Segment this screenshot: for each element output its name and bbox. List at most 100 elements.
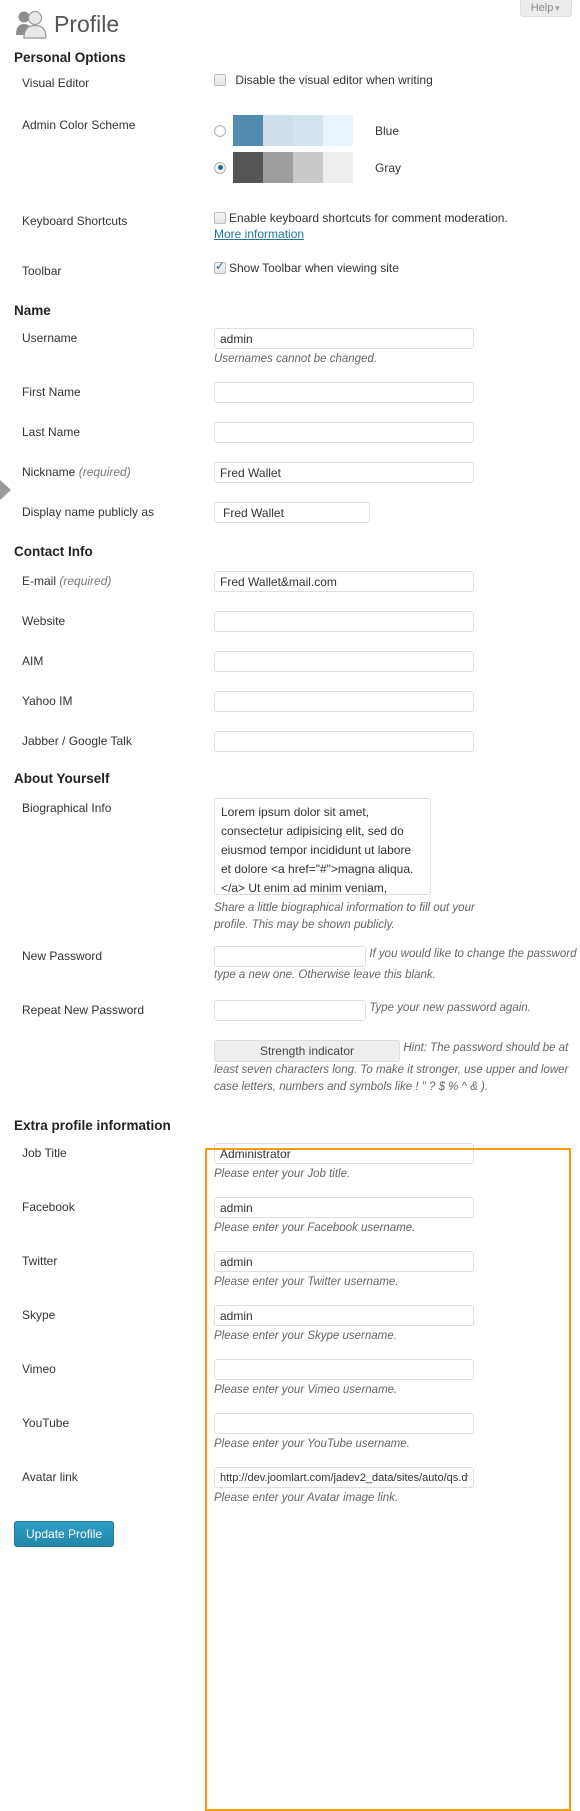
extra-input[interactable] xyxy=(214,1143,474,1164)
row-toolbar: Toolbar Show Toolbar when viewing site xyxy=(0,259,580,287)
email-input[interactable] xyxy=(214,571,474,592)
color-scheme-name-gray: Gray xyxy=(375,160,402,175)
extra-label: YouTube xyxy=(22,1416,70,1430)
biographical-info-label: Biographical Info xyxy=(22,801,112,815)
keyboard-shortcuts-checkbox[interactable] xyxy=(214,212,226,224)
biographical-info-textarea[interactable] xyxy=(214,798,431,895)
aim-input[interactable] xyxy=(214,651,474,672)
strength-indicator-spacer xyxy=(22,1040,214,1043)
extra-input[interactable] xyxy=(214,1413,474,1434)
aim-label: AIM xyxy=(22,654,44,668)
username-input[interactable] xyxy=(214,328,474,349)
new-password-input[interactable] xyxy=(214,946,366,967)
row-visual-editor: Visual Editor Disable the visual editor … xyxy=(0,73,580,99)
extra-description: Please enter your Skype username. xyxy=(214,1330,397,1342)
row-extra-facebook: Facebook Please enter your Facebook usern… xyxy=(0,1197,580,1237)
extra-field: Please enter your Facebook username. xyxy=(214,1197,580,1237)
extra-label: Facebook xyxy=(22,1200,75,1214)
email-label-text: E-mail xyxy=(22,574,57,588)
extra-field: Please enter your Skype username. xyxy=(214,1305,580,1345)
extra-label: Twitter xyxy=(22,1254,58,1268)
swatch xyxy=(263,115,293,146)
jabber-label: Jabber / Google Talk xyxy=(22,734,132,748)
email-required-marker: (required) xyxy=(59,574,112,588)
row-email: E-mail (required) xyxy=(0,571,580,597)
row-strength-indicator: Strength indicator Hint: The password sh… xyxy=(0,1040,580,1096)
extra-field: Please enter your Vimeo username. xyxy=(214,1359,580,1399)
biographical-info-description: Share a little biographical information … xyxy=(214,902,475,931)
strength-indicator: Strength indicator xyxy=(214,1040,400,1062)
yahoo-im-input[interactable] xyxy=(214,691,474,712)
color-scheme-name-blue: Blue xyxy=(375,123,400,138)
help-tab[interactable]: Help▼ xyxy=(520,0,572,17)
row-new-password: New Password If you would like to change… xyxy=(0,946,580,984)
row-display-name: Display name publicly as xyxy=(0,502,580,528)
email-label: E-mail (required) xyxy=(22,571,214,588)
row-biographical-info: Biographical Info Share a little biograp… xyxy=(0,798,580,934)
extra-description: Please enter your Avatar image link. xyxy=(214,1492,399,1504)
extra-input[interactable] xyxy=(214,1251,474,1272)
swatch xyxy=(293,152,323,183)
last-name-input[interactable] xyxy=(214,422,474,443)
swatch xyxy=(233,152,263,183)
more-information-link[interactable]: More information xyxy=(214,227,304,241)
toolbar-label: Toolbar xyxy=(22,264,62,278)
row-extra-skype: Skype Please enter your Skype username. xyxy=(0,1305,580,1345)
color-scheme-radio-gray[interactable] xyxy=(214,161,226,174)
toolbar-checkbox[interactable] xyxy=(214,259,226,274)
visual-editor-label: Visual Editor xyxy=(22,76,90,90)
extra-label: Vimeo xyxy=(22,1362,56,1376)
repeat-password-label: Repeat New Password xyxy=(22,1003,145,1017)
row-yahoo-im: Yahoo IM xyxy=(0,691,580,717)
row-last-name: Last Name xyxy=(0,422,580,448)
extra-input[interactable] xyxy=(214,1305,474,1326)
users-icon xyxy=(14,9,48,39)
extra-description: Please enter your Facebook username. xyxy=(214,1222,416,1234)
chevron-down-icon: ▼ xyxy=(553,4,562,13)
extra-field: Please enter your Job title. xyxy=(214,1143,580,1183)
extra-profile-fields: Job Title Please enter your Job title. Fac… xyxy=(0,1143,580,1507)
color-scheme-swatches-blue xyxy=(233,115,353,146)
row-aim: AIM xyxy=(0,651,580,677)
extra-input[interactable] xyxy=(214,1197,474,1218)
color-scheme-swatches-gray xyxy=(233,152,353,183)
new-password-label: New Password xyxy=(22,949,103,963)
extra-label: Skype xyxy=(22,1308,56,1322)
color-scheme-option-gray[interactable]: Gray xyxy=(214,152,580,183)
section-name: Name xyxy=(14,303,51,318)
extra-field: Please enter your YouTube username. xyxy=(214,1413,580,1453)
repeat-password-input[interactable] xyxy=(214,1000,366,1021)
color-scheme-option-blue[interactable]: Blue xyxy=(214,115,580,146)
row-jabber: Jabber / Google Talk xyxy=(0,731,580,757)
row-nickname: Nickname (required) xyxy=(0,462,580,488)
visual-editor-checkbox[interactable] xyxy=(214,74,226,86)
jabber-input[interactable] xyxy=(214,731,474,752)
section-about-yourself: About Yourself xyxy=(14,771,110,786)
extra-label: Job Title xyxy=(22,1146,67,1160)
keyboard-shortcuts-checkbox-label: Enable keyboard shortcuts for comment mo… xyxy=(229,211,508,225)
username-description: Usernames cannot be changed. xyxy=(214,353,378,365)
row-extra-job-title: Job Title Please enter your Job title. xyxy=(0,1143,580,1183)
username-label: Username xyxy=(22,331,78,345)
row-username: Username Usernames cannot be changed. xyxy=(0,328,580,368)
nickname-label: Nickname (required) xyxy=(22,462,214,479)
update-profile-button[interactable]: Update Profile xyxy=(14,1521,115,1547)
extra-input[interactable] xyxy=(214,1467,474,1488)
admin-color-scheme-label: Admin Color Scheme xyxy=(22,118,136,132)
color-scheme-radio-blue[interactable] xyxy=(214,124,226,137)
last-name-label: Last Name xyxy=(22,425,81,439)
row-first-name: First Name xyxy=(0,382,580,408)
toolbar-checkbox-label: Show Toolbar when viewing site xyxy=(229,261,399,275)
website-input[interactable] xyxy=(214,611,474,632)
page-header: Profile xyxy=(0,0,580,40)
display-name-select[interactable] xyxy=(214,502,370,523)
row-admin-color-scheme: Admin Color Scheme Blue Gray xyxy=(0,115,580,189)
website-label: Website xyxy=(22,614,66,628)
nickname-input[interactable] xyxy=(214,462,474,483)
repeat-password-description: Type your new password again. xyxy=(369,1002,531,1014)
extra-label: Avatar link xyxy=(22,1470,78,1484)
swatch xyxy=(323,152,353,183)
extra-input[interactable] xyxy=(214,1359,474,1380)
keyboard-shortcuts-label: Keyboard Shortcuts xyxy=(22,214,128,228)
first-name-input[interactable] xyxy=(214,382,474,403)
